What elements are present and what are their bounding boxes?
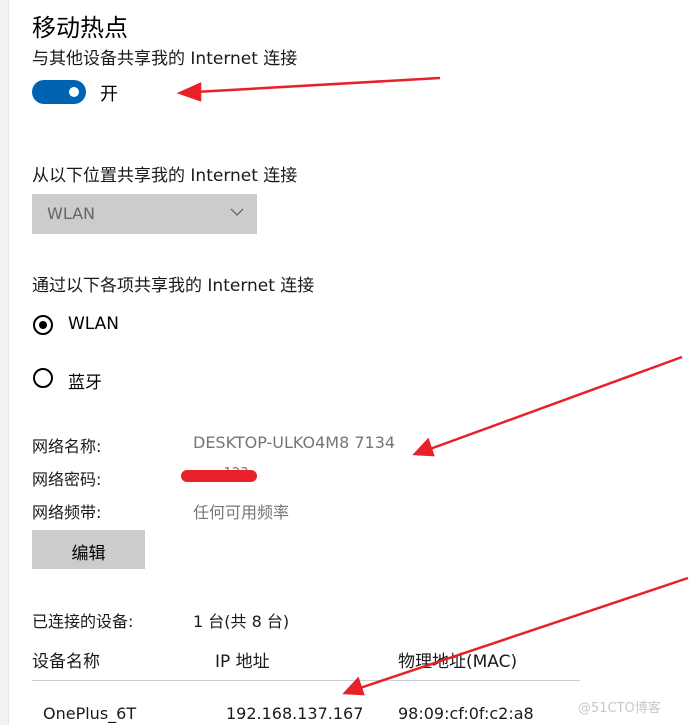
annotation-arrow-network-name (429, 355, 683, 451)
table-divider (32, 680, 580, 681)
edit-button-label: 编辑 (71, 544, 106, 564)
network-name-label: 网络名称: (32, 437, 102, 456)
column-header-device-name: 设备名称 (32, 652, 100, 672)
toggle-knob (69, 87, 79, 97)
radio-selected-dot (39, 321, 47, 329)
window-left-edge (0, 0, 9, 725)
share-from-label: 从以下位置共享我的 Internet 连接 (32, 166, 298, 186)
column-header-mac: 物理地址(MAC) (398, 652, 518, 672)
column-header-ip: IP 地址 (215, 652, 270, 672)
page-title: 移动热点 (32, 14, 128, 42)
device-row-mac: 98:09:cf:0f:c2:a8 (398, 704, 534, 723)
connected-devices-count: 1 台(共 8 台) (193, 612, 290, 631)
annotation-arrowhead-toggle (176, 82, 202, 102)
network-band-label: 网络频带: (32, 503, 102, 522)
chevron-down-icon (229, 204, 245, 224)
annotation-arrow-toggle (194, 76, 441, 94)
network-band-value: 任何可用频率 (193, 503, 290, 522)
radio-wlan-label: WLAN (68, 314, 120, 334)
device-row-ip: 192.168.137.167 (226, 704, 364, 723)
share-via-label: 通过以下各项共享我的 Internet 连接 (32, 276, 315, 296)
watermark: @51CTO博客 (578, 701, 661, 716)
network-password-label: 网络密码: (32, 470, 102, 489)
annotation-arrowhead-network-name (412, 437, 435, 457)
share-internet-label: 与其他设备共享我的 Internet 连接 (32, 49, 298, 69)
hotspot-toggle[interactable] (32, 80, 86, 104)
connected-devices-label: 已连接的设备: (32, 612, 134, 631)
dropdown-selected-value: WLAN (47, 204, 96, 223)
device-row-name: OnePlus_6T (43, 704, 137, 723)
radio-wlan[interactable] (33, 315, 53, 335)
password-redaction-mark (181, 470, 257, 482)
toggle-state-label: 开 (100, 84, 118, 105)
radio-bluetooth-label: 蓝牙 (68, 373, 102, 393)
edit-button[interactable]: 编辑 (32, 530, 145, 569)
network-name-value: DESKTOP-ULKO4M8 7134 (193, 433, 396, 452)
radio-bluetooth[interactable] (33, 368, 53, 388)
annotation-arrowhead-device (342, 676, 365, 696)
share-from-dropdown[interactable]: WLAN (32, 194, 257, 234)
